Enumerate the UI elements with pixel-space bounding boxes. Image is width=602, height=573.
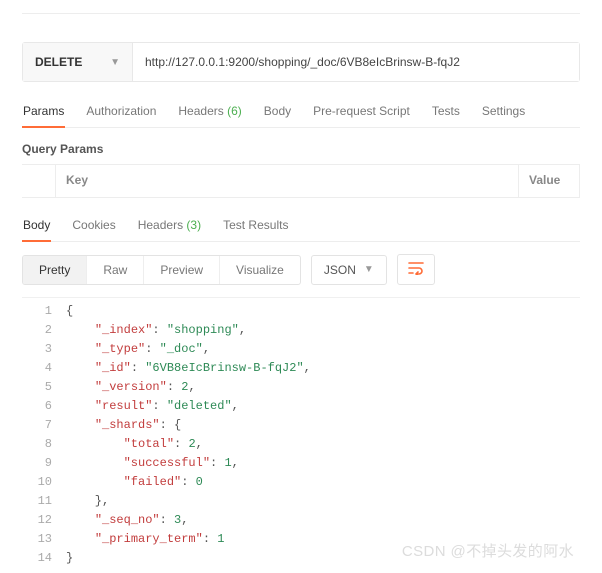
watermark: CSDN @不掉头发的阿水: [402, 540, 574, 561]
line-number: 13: [22, 530, 66, 549]
tab-params[interactable]: Params: [22, 104, 65, 128]
line-number: 4: [22, 359, 66, 378]
line-number: 5: [22, 378, 66, 397]
line-number: 12: [22, 511, 66, 530]
response-controls: Pretty Raw Preview Visualize JSON ▼: [22, 254, 580, 285]
code-content: "result": "deleted",: [66, 397, 239, 416]
code-line: 6 "result": "deleted",: [22, 397, 580, 416]
code-line: 12 "_seq_no": 3,: [22, 511, 580, 530]
code-content: }: [66, 549, 73, 568]
line-number: 2: [22, 321, 66, 340]
format-select[interactable]: JSON ▼: [311, 255, 387, 285]
chevron-down-icon: ▼: [110, 57, 120, 68]
code-line: 5 "_version": 2,: [22, 378, 580, 397]
view-visualize[interactable]: Visualize: [220, 256, 300, 284]
wrap-icon: [408, 261, 424, 275]
code-content: "failed": 0: [66, 473, 203, 492]
code-content: "_type": "_doc",: [66, 340, 210, 359]
query-params-table: Key Value: [22, 164, 580, 198]
view-raw[interactable]: Raw: [87, 256, 144, 284]
response-tabs: Body Cookies Headers (3) Test Results: [22, 218, 580, 242]
query-params-title: Query Params: [22, 142, 580, 156]
view-preview[interactable]: Preview: [144, 256, 220, 284]
qp-key-header[interactable]: Key: [56, 165, 519, 197]
line-number: 6: [22, 397, 66, 416]
resp-tab-body[interactable]: Body: [22, 218, 51, 242]
view-pretty[interactable]: Pretty: [23, 256, 87, 284]
request-row: DELETE ▼: [22, 42, 580, 82]
top-divider: [22, 8, 580, 14]
chevron-down-icon: ▼: [364, 264, 374, 275]
resp-tab-cookies[interactable]: Cookies: [71, 218, 116, 241]
resp-tab-tests[interactable]: Test Results: [222, 218, 289, 241]
request-tabs: Params Authorization Headers (6) Body Pr…: [22, 104, 580, 128]
code-line: 9 "successful": 1,: [22, 454, 580, 473]
url-input[interactable]: [133, 43, 579, 81]
line-number: 1: [22, 302, 66, 321]
code-content: "_primary_term": 1: [66, 530, 224, 549]
view-mode-segment: Pretty Raw Preview Visualize: [22, 255, 301, 285]
code-content: {: [66, 302, 73, 321]
qp-checkbox-col[interactable]: [22, 165, 56, 197]
line-number: 8: [22, 435, 66, 454]
headers-count: (6): [227, 104, 242, 118]
code-content: "_id": "6VB8eIcBrinsw-B-fqJ2",: [66, 359, 311, 378]
code-line: 8 "total": 2,: [22, 435, 580, 454]
method-label: DELETE: [35, 55, 82, 69]
line-number: 3: [22, 340, 66, 359]
resp-tab-headers[interactable]: Headers (3): [137, 218, 202, 241]
code-content: "_version": 2,: [66, 378, 196, 397]
tab-headers[interactable]: Headers (6): [177, 104, 242, 127]
code-content: "_seq_no": 3,: [66, 511, 188, 530]
tab-body[interactable]: Body: [263, 104, 292, 127]
tab-tests[interactable]: Tests: [431, 104, 461, 127]
code-line: 11 },: [22, 492, 580, 511]
code-content: "total": 2,: [66, 435, 203, 454]
line-number: 7: [22, 416, 66, 435]
qp-value-header[interactable]: Value: [519, 165, 579, 197]
code-content: "_shards": {: [66, 416, 181, 435]
code-line: 3 "_type": "_doc",: [22, 340, 580, 359]
tab-settings[interactable]: Settings: [481, 104, 526, 127]
tab-headers-label: Headers: [178, 104, 223, 118]
code-content: "successful": 1,: [66, 454, 239, 473]
code-content: },: [66, 492, 109, 511]
line-number: 11: [22, 492, 66, 511]
tab-authorization[interactable]: Authorization: [85, 104, 157, 127]
line-number: 10: [22, 473, 66, 492]
resp-headers-count: (3): [186, 218, 201, 232]
code-content: "_index": "shopping",: [66, 321, 246, 340]
line-number: 14: [22, 549, 66, 568]
tab-prerequest[interactable]: Pre-request Script: [312, 104, 411, 127]
code-line: 7 "_shards": {: [22, 416, 580, 435]
code-line: 1{: [22, 302, 580, 321]
wrap-lines-button[interactable]: [397, 254, 435, 285]
method-select[interactable]: DELETE ▼: [23, 43, 133, 81]
code-line: 2 "_index": "shopping",: [22, 321, 580, 340]
format-label: JSON: [324, 263, 356, 277]
line-number: 9: [22, 454, 66, 473]
code-line: 4 "_id": "6VB8eIcBrinsw-B-fqJ2",: [22, 359, 580, 378]
code-line: 10 "failed": 0: [22, 473, 580, 492]
response-body[interactable]: 1{2 "_index": "shopping",3 "_type": "_do…: [22, 297, 580, 568]
resp-headers-label: Headers: [138, 218, 183, 232]
